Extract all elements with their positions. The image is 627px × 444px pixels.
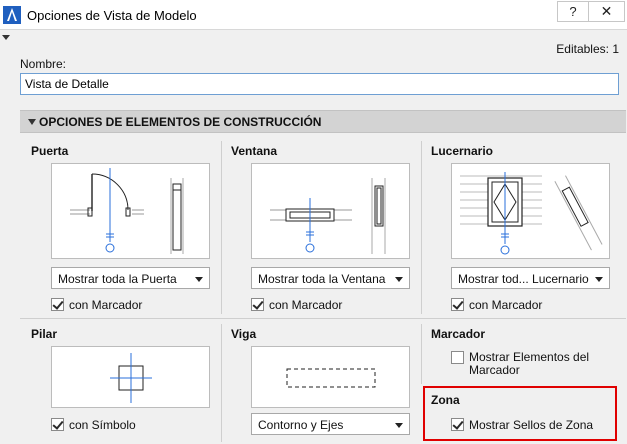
ventana-marcador-checkbox-row[interactable]: con Marcador — [251, 297, 401, 313]
divider — [421, 141, 422, 314]
lucernario-marcador-checkbox-row[interactable]: con Marcador — [451, 297, 601, 313]
marcador-elementos-checkbox[interactable] — [451, 351, 464, 364]
marcador-elementos-checkbox-row[interactable]: Mostrar Elementos del Marcador — [451, 350, 621, 378]
section-title: OPCIONES DE ELEMENTOS DE CONSTRUCCIÓN — [39, 115, 322, 129]
puerta-marcador-checkbox[interactable] — [51, 298, 64, 311]
section-header[interactable]: OPCIONES DE ELEMENTOS DE CONSTRUCCIÓN — [20, 110, 626, 133]
door-symbol-icon — [70, 168, 184, 254]
pilar-simbolo-checkbox[interactable] — [51, 418, 64, 431]
lucernario-preview — [451, 163, 610, 259]
skylight-symbol-icon — [460, 172, 603, 255]
lucernario-select-value: Mostrar tod... Lucernario — [458, 272, 589, 286]
divider — [221, 324, 222, 442]
puerta-title: Puerta — [31, 144, 69, 158]
beam-symbol-icon — [286, 368, 376, 388]
lucernario-marcador-label: con Marcador — [469, 298, 543, 312]
puerta-select-value: Mostrar toda la Puerta — [58, 272, 177, 286]
puerta-marcador-checkbox-row[interactable]: con Marcador — [51, 297, 201, 313]
puerta-select[interactable]: Mostrar toda la Puerta — [51, 267, 210, 289]
archicad-app-icon — [3, 6, 21, 24]
name-label: Nombre: — [20, 57, 67, 71]
collapse-arrow-icon[interactable] — [28, 119, 36, 125]
ventana-marcador-label: con Marcador — [269, 298, 343, 312]
pilar-simbolo-label: con Símbolo — [69, 418, 136, 432]
window-symbol-icon — [270, 178, 386, 254]
column-symbol-icon — [110, 353, 152, 403]
dropdown-arrow-icon — [595, 277, 603, 282]
dropdown-arrow-icon — [395, 423, 403, 428]
puerta-marcador-label: con Marcador — [69, 298, 143, 312]
ventana-select[interactable]: Mostrar toda la Ventana — [251, 267, 410, 289]
lucernario-title: Lucernario — [431, 144, 494, 158]
divider — [421, 324, 422, 384]
viga-select[interactable]: Contorno y Ejes — [251, 413, 410, 435]
ventana-select-value: Mostrar toda la Ventana — [258, 272, 386, 286]
help-button[interactable]: ? — [557, 1, 589, 22]
puerta-preview — [51, 163, 210, 259]
lucernario-select[interactable]: Mostrar tod... Lucernario — [451, 267, 610, 289]
dropdown-arrow-icon — [195, 277, 203, 282]
viga-preview — [251, 346, 410, 408]
zona-highlight-box — [423, 386, 617, 441]
title-bar: Opciones de Vista de Modelo ? ✕ — [0, 0, 627, 30]
close-button[interactable]: ✕ — [589, 1, 625, 22]
lucernario-marcador-checkbox[interactable] — [451, 298, 464, 311]
viga-title: Viga — [231, 327, 257, 341]
marcador-title: Marcador — [431, 327, 486, 341]
marcador-elementos-label-line2: Marcador — [469, 363, 520, 377]
pilar-title: Pilar — [31, 327, 58, 341]
pilar-preview — [51, 346, 210, 408]
divider — [20, 318, 626, 319]
window-title: Opciones de Vista de Modelo — [27, 8, 197, 23]
ventana-preview — [251, 163, 410, 259]
pilar-simbolo-checkbox-row[interactable]: con Símbolo — [51, 417, 201, 433]
divider — [221, 141, 222, 314]
ventana-title: Ventana — [231, 144, 278, 158]
name-input[interactable] — [20, 73, 619, 95]
panel-menu-icon[interactable] — [2, 35, 10, 40]
ventana-marcador-checkbox[interactable] — [251, 298, 264, 311]
dropdown-arrow-icon — [395, 277, 403, 282]
editables-count: Editables: 1 — [556, 42, 619, 56]
viga-select-value: Contorno y Ejes — [258, 418, 344, 432]
